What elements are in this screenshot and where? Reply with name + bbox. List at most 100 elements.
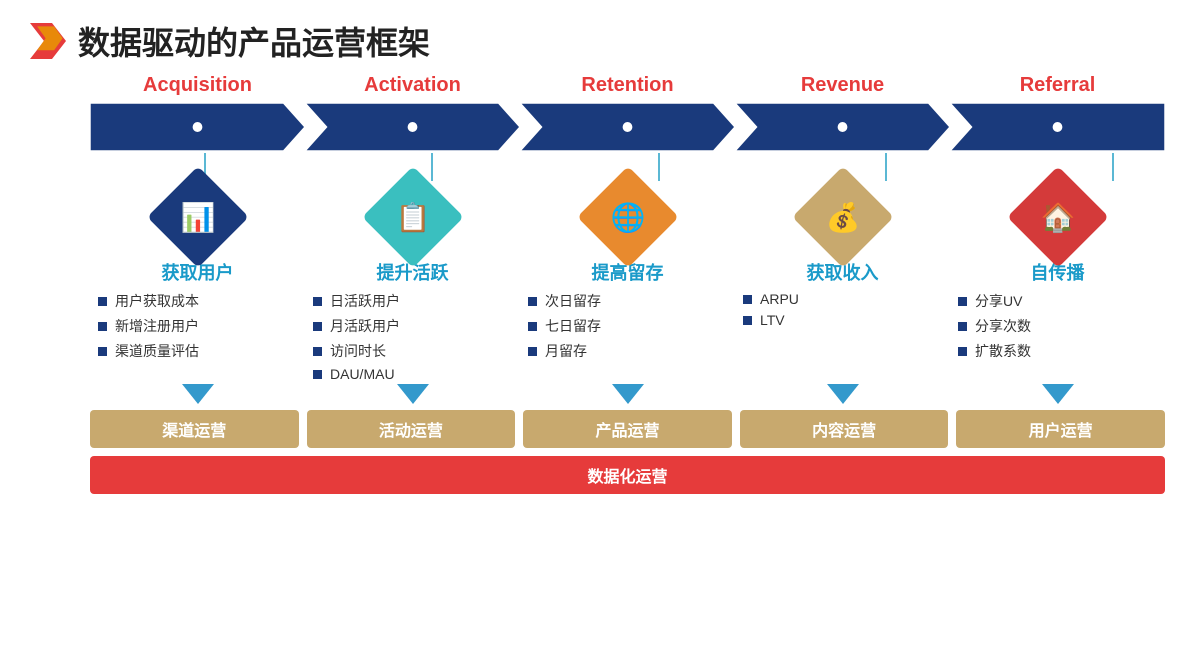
bullet-square-icon: [98, 297, 107, 306]
bullet-square-icon: [528, 322, 537, 331]
bullet-item: 日活跃用户: [313, 291, 512, 311]
bullet-item: 扩散系数: [958, 341, 1157, 361]
down-arrows-row: [90, 384, 1165, 404]
icon-wrapper-referral: 🏠: [950, 181, 1165, 253]
bottom-tag-revenue: 内容运营: [740, 410, 949, 448]
bullet-item: 月留存: [528, 341, 727, 361]
page: 数据驱动的产品运营框架 AcquisitionActivationRetenti…: [0, 0, 1195, 650]
bullets-row: 用户获取成本新增注册用户渠道质量评估 日活跃用户月活跃用户访问时长 DAU/MAU 次…: [90, 291, 1165, 382]
bullet-col-acquisition: 用户获取成本新增注册用户渠道质量评估: [90, 291, 305, 361]
bullet-square-icon: [313, 370, 322, 379]
vert-line-4: [1112, 153, 1114, 181]
bullet-item: 七日留存: [528, 316, 727, 336]
bullet-item: 分享次数: [958, 316, 1157, 336]
category-label-revenue: Revenue: [735, 74, 950, 101]
bullet-text: 分享次数: [975, 316, 1031, 336]
down-arrow-activation: [397, 384, 429, 404]
down-arrow-col-retention: [520, 384, 735, 404]
bullet-item: 新增注册用户: [98, 316, 297, 336]
bullet-square-icon: [313, 347, 322, 356]
bottom-tag-referral: 用户运营: [956, 410, 1165, 448]
bullet-text: 用户获取成本: [115, 291, 199, 311]
bottom-tags-row: 渠道运营活动运营产品运营内容运营用户运营: [90, 410, 1165, 448]
bullet-text: 月活跃用户: [330, 316, 400, 336]
category-label-retention: Retention: [520, 74, 735, 101]
icon-wrapper-activation: 📋: [305, 181, 520, 253]
down-arrow-referral: [1042, 384, 1074, 404]
bullet-square-icon: [743, 316, 752, 325]
diamond-icon-activation: 📋: [395, 201, 430, 234]
category-label-referral: Referral: [950, 74, 1165, 101]
diamond-icon-referral: 🏠: [1040, 201, 1075, 234]
diamond-icon-acquisition: 📊: [180, 201, 215, 234]
bullet-col-retention: 次日留存七日留存月留存: [520, 291, 735, 361]
bullet-square-icon: [528, 347, 537, 356]
category-labels-row: AcquisitionActivationRetentionRevenueRef…: [90, 74, 1165, 101]
category-label-activation: Activation: [305, 74, 520, 101]
icons-row: 📊 📋 🌐 💰 🏠: [90, 181, 1165, 253]
down-arrow-col-referral: [950, 384, 1165, 404]
down-arrow-col-acquisition: [90, 384, 305, 404]
category-label-acquisition: Acquisition: [90, 74, 305, 101]
bullet-item: 访问时长: [313, 341, 512, 361]
bullet-text: 访问时长: [330, 341, 386, 361]
bullet-square-icon: [313, 322, 322, 331]
bullet-text: 扩散系数: [975, 341, 1031, 361]
bullet-text: 分享UV: [975, 291, 1022, 311]
bullet-text: DAU/MAU: [330, 366, 395, 382]
bullet-square-icon: [958, 322, 967, 331]
down-arrow-col-activation: [305, 384, 520, 404]
bottom-tag-acquisition: 渠道运营: [90, 410, 299, 448]
diamond-activation: 📋: [362, 166, 464, 268]
bottom-bar: 数据化运营: [90, 456, 1165, 494]
bullet-text: ARPU: [760, 291, 799, 307]
bullet-square-icon: [98, 347, 107, 356]
bullet-square-icon: [98, 322, 107, 331]
diamond-referral: 🏠: [1007, 166, 1109, 268]
bullet-square-icon: [958, 347, 967, 356]
page-title: 数据驱动的产品运营框架: [78, 18, 430, 64]
bullet-text: 七日留存: [545, 316, 601, 336]
diamond-retention: 🌐: [577, 166, 679, 268]
icon-wrapper-acquisition: 📊: [90, 181, 305, 253]
diamond-acquisition: 📊: [147, 166, 249, 268]
vert-line-3: [885, 153, 887, 181]
bullet-item: 次日留存: [528, 291, 727, 311]
down-arrow-col-revenue: [735, 384, 950, 404]
bullet-text: LTV: [760, 312, 785, 328]
bullet-square-icon: [528, 297, 537, 306]
bullet-item: 月活跃用户: [313, 316, 512, 336]
title-chevron-icon: [30, 23, 66, 59]
down-arrow-acquisition: [182, 384, 214, 404]
bullet-square-icon: [313, 297, 322, 306]
bullet-item: ARPU: [743, 291, 942, 307]
bullet-text: 渠道质量评估: [115, 341, 199, 361]
icon-wrapper-revenue: 💰: [735, 181, 950, 253]
icon-wrapper-retention: 🌐: [520, 181, 735, 253]
vert-line-1: [431, 153, 433, 181]
arrow-bar: [90, 101, 1165, 153]
bullet-item: LTV: [743, 312, 942, 328]
bullet-item: 用户获取成本: [98, 291, 297, 311]
bullet-col-revenue: ARPU LTV: [735, 291, 950, 328]
down-arrow-retention: [612, 384, 644, 404]
diamond-icon-revenue: 💰: [825, 201, 860, 234]
bullet-col-activation: 日活跃用户月活跃用户访问时长 DAU/MAU: [305, 291, 520, 382]
down-arrow-revenue: [827, 384, 859, 404]
bullet-item: 分享UV: [958, 291, 1157, 311]
bullet-square-icon: [743, 295, 752, 304]
title-row: 数据驱动的产品运营框架: [30, 18, 1165, 64]
bullet-text: 日活跃用户: [330, 291, 400, 311]
arrow-bar-svg: [90, 101, 1165, 153]
diamond-revenue: 💰: [792, 166, 894, 268]
vert-line-2: [658, 153, 660, 181]
diamond-icon-retention: 🌐: [610, 201, 645, 234]
bullet-item: DAU/MAU: [313, 366, 512, 382]
bullet-col-referral: 分享UV 分享次数扩散系数: [950, 291, 1165, 361]
bullet-text: 月留存: [545, 341, 587, 361]
bottom-tag-retention: 产品运营: [523, 410, 732, 448]
bullet-item: 渠道质量评估: [98, 341, 297, 361]
bottom-tag-activation: 活动运营: [307, 410, 516, 448]
bullet-text: 次日留存: [545, 291, 601, 311]
bullet-square-icon: [958, 297, 967, 306]
